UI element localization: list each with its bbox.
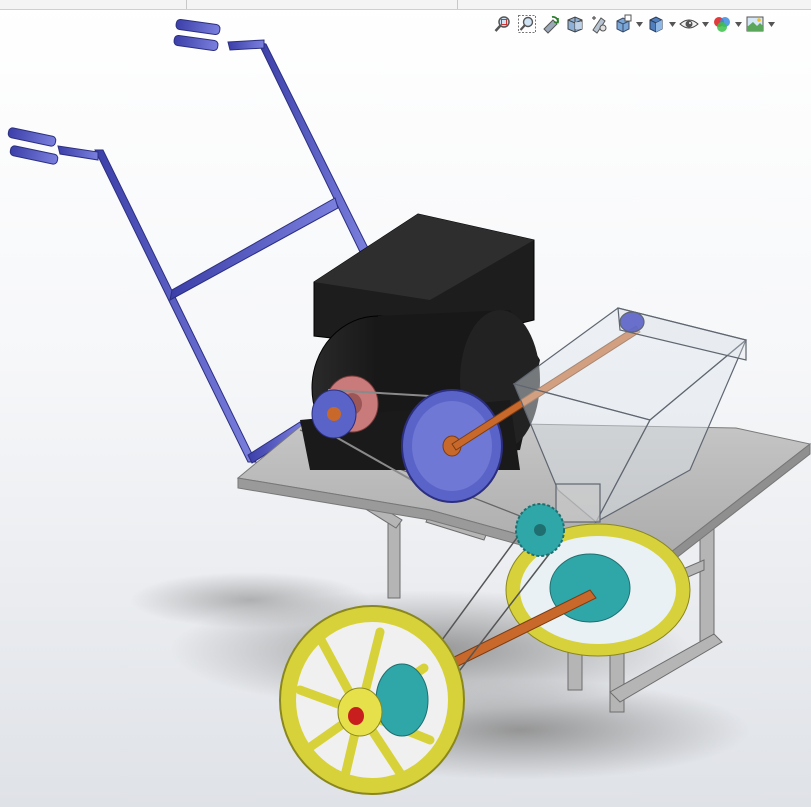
graphics-viewport[interactable] (0, 0, 811, 807)
motor-pulley (311, 389, 357, 439)
cad-model-render[interactable] (0, 0, 811, 807)
driven-pulley (401, 389, 503, 503)
front-wheel (279, 605, 465, 795)
upper-sprocket (515, 503, 565, 557)
